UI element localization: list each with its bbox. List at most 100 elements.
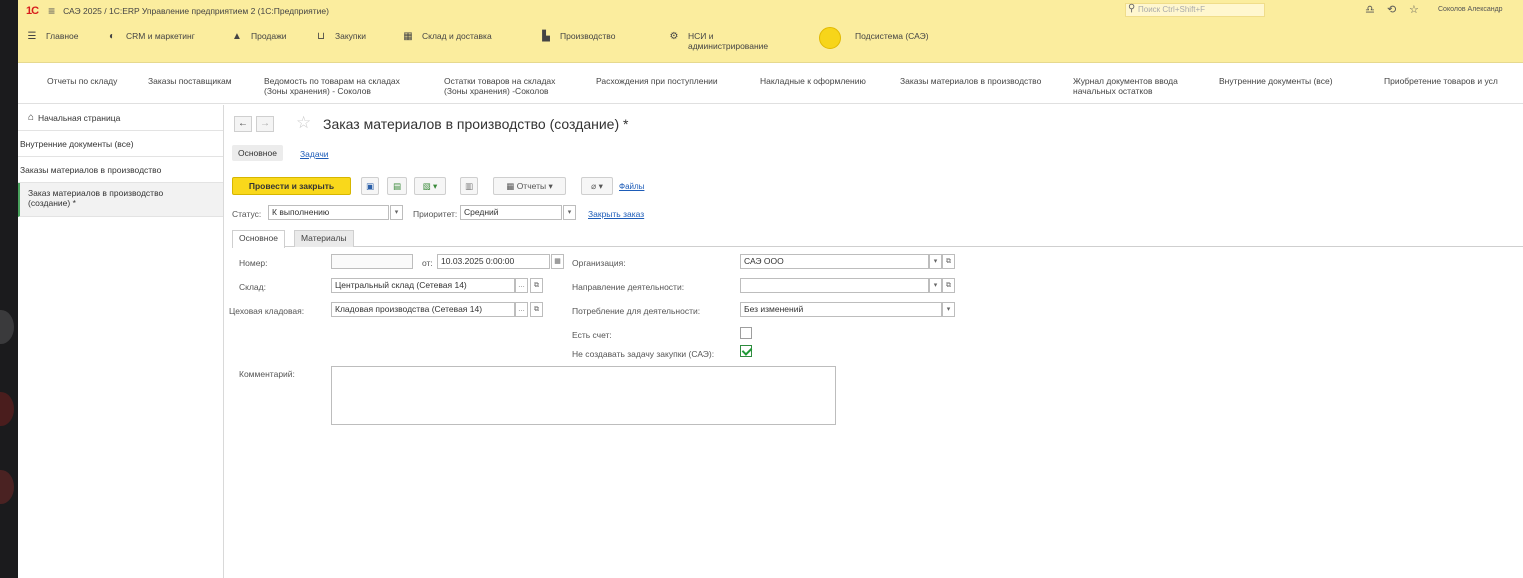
main-menu-icon[interactable]: ≡ <box>48 4 55 18</box>
cart-icon: ⊔ <box>317 31 325 42</box>
func-link-text: Приобретение товаров и усл <box>1384 76 1498 86</box>
section-label: Продажи <box>251 31 287 41</box>
func-link-text: Ведомость по товарам на складах <box>264 76 400 86</box>
func-link-text: Заказы материалов в производство <box>900 76 1042 86</box>
structure-icon[interactable]: ▥ <box>460 177 478 195</box>
open-link-icon[interactable]: ⧉ <box>530 278 543 293</box>
bell-icon[interactable]: ♎ <box>1365 3 1375 16</box>
func-link-text: Накладные к оформлению <box>760 76 866 86</box>
consumption-select[interactable]: Без изменений <box>740 302 942 317</box>
chevron-down-icon: ▾ <box>546 181 553 191</box>
search-icon: ⚲ <box>1128 3 1136 14</box>
section-label: Закупки <box>335 31 366 41</box>
section-purchases[interactable]: ⊔ Закупки <box>315 31 366 43</box>
inner-tabs: Основное Материалы <box>232 229 1523 248</box>
nav-home-label: Начальная страница <box>38 112 121 123</box>
func-link[interactable]: Журнал документов ввода начальных остатко… <box>1073 76 1178 96</box>
select-button[interactable]: … <box>515 278 528 293</box>
nav-item-material-orders[interactable]: Заказы материалов в производство <box>18 157 223 183</box>
calendar-icon[interactable]: ▦ <box>551 254 564 269</box>
history-icon[interactable]: ⟲ <box>1387 3 1396 16</box>
section-sales[interactable]: ▲ Продажи <box>231 31 287 43</box>
create-based-on-icon[interactable]: ▧ ▾ <box>414 177 446 195</box>
document-form: ← → ☆ Заказ материалов в производство (с… <box>224 105 1523 578</box>
tab-main[interactable]: Основное <box>232 145 283 161</box>
chevron-down-icon[interactable]: ▾ <box>929 278 942 293</box>
func-link-text: начальных остатков <box>1073 86 1153 96</box>
organization-field[interactable]: САЭ ООО <box>740 254 929 269</box>
chevron-down-icon[interactable]: ▾ <box>390 205 403 220</box>
chevron-down-icon[interactable]: ▾ <box>563 205 576 220</box>
sections-panel: ☰ Главное ◐ CRM и маркетинг ▲ Продажи ⊔ … <box>18 21 1523 63</box>
func-link-text: Расхождения при поступлении <box>596 76 718 86</box>
section-label: Главное <box>46 31 79 41</box>
func-link[interactable]: Остатки товаров на складах (Зоны хранения… <box>444 76 555 96</box>
global-search-input[interactable]: ⚲ Поиск Ctrl+Shift+F <box>1125 3 1265 17</box>
date-field[interactable]: 10.03.2025 0:00:00 <box>437 254 550 269</box>
files-link[interactable]: Файлы <box>619 182 644 191</box>
func-link-text: Заказы поставщикам <box>148 76 232 86</box>
post-document-icon[interactable]: ▤ <box>387 177 407 195</box>
func-link[interactable]: Внутренние документы (все) <box>1219 76 1333 86</box>
save-icon[interactable]: ▣ <box>361 177 379 195</box>
func-link[interactable]: Расхождения при поступлении <box>596 76 718 86</box>
section-crm[interactable]: ◐ CRM и маркетинг <box>106 31 195 43</box>
section-sae-subsystem[interactable]: Подсистема (САЭ) <box>819 27 929 49</box>
section-label: Склад и доставка <box>422 31 492 41</box>
func-link-text: Журнал документов ввода <box>1073 76 1178 86</box>
func-link[interactable]: Накладные к оформлению <box>760 76 866 86</box>
warehouse-field[interactable]: Центральный склад (Сетевая 14) <box>331 278 515 293</box>
home-icon: ⌂ <box>28 112 35 123</box>
page-title: Заказ материалов в производство (создани… <box>323 116 629 132</box>
favorites-star-icon[interactable]: ☆ <box>1409 3 1419 16</box>
direction-field[interactable] <box>740 278 929 293</box>
post-and-close-button[interactable]: Провести и закрыть <box>232 177 351 195</box>
desktop-edge <box>0 0 18 578</box>
chevron-down-icon[interactable]: ▾ <box>942 302 955 317</box>
select-button[interactable]: … <box>515 302 528 317</box>
close-order-link[interactable]: Закрыть заказ <box>588 209 644 219</box>
no-purchase-task-checkbox[interactable] <box>740 345 752 357</box>
open-link-icon[interactable]: ⧉ <box>530 302 543 317</box>
tab-inner-main[interactable]: Основное <box>232 230 285 248</box>
section-production[interactable]: ▙ Производство <box>540 31 615 43</box>
status-select[interactable]: К выполнению <box>268 205 389 220</box>
current-user[interactable]: Соколов Александр <box>1438 6 1503 13</box>
comment-textarea[interactable] <box>331 366 836 425</box>
section-nsi-admin[interactable]: ⚙ НСИ и администрирование <box>668 31 769 51</box>
func-link[interactable]: Отчеты по складу <box>47 76 117 86</box>
nav-item-current-document[interactable]: Заказ материалов в производство (создани… <box>18 183 223 217</box>
forward-button[interactable]: → <box>256 116 274 132</box>
reports-dropdown[interactable]: ▦ Отчеты ▾ <box>493 177 566 195</box>
func-link[interactable]: Заказы поставщикам <box>148 76 232 86</box>
tab-materials[interactable]: Материалы <box>294 230 354 247</box>
func-link-text: Внутренние документы (все) <box>1219 76 1333 86</box>
nav-home[interactable]: ⌂ Начальная страница <box>18 105 223 131</box>
nav-item-internal-docs[interactable]: Внутренние документы (все) <box>18 131 223 157</box>
number-field[interactable] <box>331 254 413 269</box>
shop-storeroom-field[interactable]: Кладовая производства (Сетевая 14) <box>331 302 515 317</box>
crm-icon: ◐ <box>108 31 116 42</box>
has-invoice-label: Есть счет: <box>572 330 612 340</box>
func-link-text: (Зоны хранения) -Соколов <box>444 86 549 96</box>
attach-file-icon[interactable]: ⌀ ▾ <box>581 177 613 195</box>
section-main[interactable]: ☰ Главное <box>26 31 79 43</box>
nav-item-label-line2: (создание) * <box>28 198 76 208</box>
comment-label: Комментарий: <box>239 369 295 379</box>
sales-icon: ▲ <box>232 31 242 42</box>
section-warehouse[interactable]: ▦ Склад и доставка <box>402 31 492 43</box>
has-invoice-checkbox[interactable] <box>740 327 752 339</box>
open-link-icon[interactable]: ⧉ <box>942 254 955 269</box>
chevron-down-icon[interactable]: ▾ <box>929 254 942 269</box>
tab-tasks[interactable]: Задачи <box>300 149 329 159</box>
func-link[interactable]: Ведомость по товарам на складах (Зоны хра… <box>264 76 400 96</box>
nav-item-label-line1: Заказ материалов в производство <box>28 188 164 198</box>
func-link[interactable]: Заказы материалов в производство <box>900 76 1041 86</box>
back-button[interactable]: ← <box>234 116 252 132</box>
favorite-star-icon[interactable]: ☆ <box>296 113 311 133</box>
section-label-line2: администрирование <box>688 41 769 51</box>
open-link-icon[interactable]: ⧉ <box>942 278 955 293</box>
priority-select[interactable]: Средний <box>460 205 562 220</box>
func-link[interactable]: Приобретение товаров и усл <box>1384 76 1498 86</box>
warehouse-label: Склад: <box>239 282 266 292</box>
